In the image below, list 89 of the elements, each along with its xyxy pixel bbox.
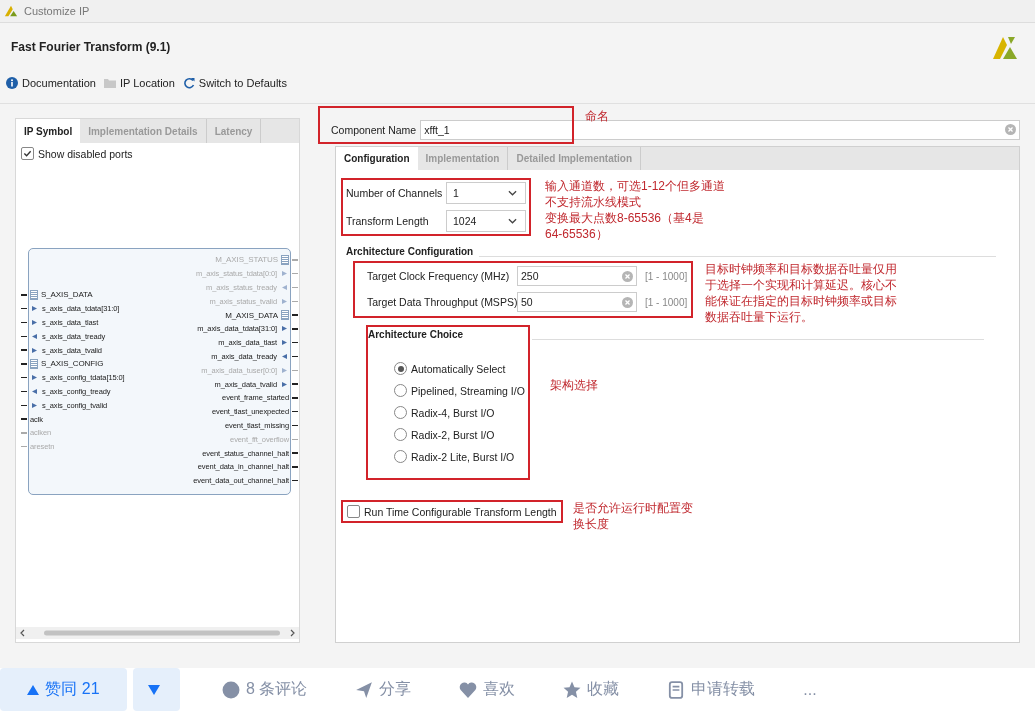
input-field[interactable]: 50 <box>517 292 637 312</box>
port-label: S_AXIS_DATA <box>41 290 93 300</box>
checkbox[interactable] <box>347 505 360 518</box>
section-title: Architecture Configuration <box>346 246 474 257</box>
port-label: M_AXIS_DATA <box>225 310 278 320</box>
annotation-line: 变换最大点数8-65536（基4是 <box>545 210 704 226</box>
input-field[interactable]: 250 <box>517 266 637 286</box>
star-icon <box>563 680 582 699</box>
field-label: Transform Length <box>346 215 430 227</box>
annotation-line: 输入通道数，可选1-12个但多通道 <box>545 178 726 194</box>
chevron-down-icon <box>508 190 517 196</box>
horizontal-scrollbar[interactable] <box>16 627 299 639</box>
checkbox-label: Show disabled ports <box>38 147 133 160</box>
right-arrow-icon <box>32 375 37 381</box>
tab[interactable]: IP Symbol <box>16 119 81 143</box>
tab[interactable]: Latency <box>206 119 262 143</box>
radio-label: Radix-2, Burst I/O <box>411 428 495 441</box>
radio-label: Pipelined, Streaming I/O <box>411 384 525 397</box>
document-icon <box>667 680 686 699</box>
radio-button[interactable] <box>394 450 407 463</box>
right-arrow-icon <box>282 367 287 373</box>
radio-button[interactable] <box>394 428 407 441</box>
checkmark-icon <box>23 149 32 158</box>
annotation-note: 架构选择 <box>550 377 598 393</box>
tab[interactable]: Implementation <box>417 147 509 170</box>
clear-icon[interactable] <box>622 296 633 308</box>
up-triangle-icon <box>27 684 40 695</box>
range-hint: [1 - 1000] <box>645 270 688 282</box>
comment-icon <box>222 680 240 699</box>
heart-icon <box>459 680 478 699</box>
field-label: Number of Channels <box>346 187 442 199</box>
action-button[interactable]: 喜欢 <box>453 678 522 701</box>
left-arrow-icon <box>32 388 37 394</box>
right-arrow-icon <box>282 381 287 387</box>
range-hint: [1 - 1000] <box>645 296 688 308</box>
share-icon <box>355 680 374 699</box>
radio-label: Automatically Select <box>411 362 506 375</box>
checkbox-label: Run Time Configurable Transform Length <box>364 505 557 518</box>
info-icon <box>6 77 18 89</box>
right-arrow-icon <box>32 306 37 312</box>
ip-title: Fast Fourier Transform (9.1) <box>11 40 171 54</box>
radio-button[interactable] <box>394 384 407 397</box>
radio-button[interactable] <box>394 406 407 419</box>
left-arrow-icon <box>32 333 37 339</box>
right-arrow-icon <box>282 298 287 304</box>
refresh-icon <box>182 77 195 89</box>
dropdown[interactable]: 1 <box>446 182 526 204</box>
radio-label: Radix-2 Lite, Burst I/O <box>411 450 515 463</box>
right-arrow-icon <box>282 271 287 277</box>
toolbar-button[interactable]: Documentation <box>6 77 96 89</box>
field-label: Component Name <box>331 123 417 136</box>
action-button[interactable]: 8 条评论 <box>216 678 314 701</box>
toolbar-button[interactable]: Switch to Defaults <box>182 77 287 89</box>
clear-icon[interactable] <box>1005 124 1016 135</box>
annotation-note: 目标时钟频率和目标数据吞吐量仅用于选择一个实现和计算延迟。核心不能保证在指定的目标时钟频率或目标数据吞吐量下运行。 <box>705 261 899 325</box>
right-arrow-icon <box>282 326 287 332</box>
annotation-line: 64-65536） <box>545 226 608 242</box>
left-arrow-icon <box>282 285 287 290</box>
right-arrow-icon <box>32 320 37 325</box>
chevron-down-icon <box>508 218 517 224</box>
action-button[interactable]: 申请转载 <box>661 678 762 701</box>
tab[interactable]: Implementation Details <box>80 119 207 143</box>
action-button[interactable]: 分享 <box>349 678 418 701</box>
port-label: M_AXIS_STATUS <box>215 255 278 265</box>
annotation-line: 不支持流水线模式 <box>545 194 641 210</box>
logo-icon <box>4 4 18 18</box>
action-button[interactable]: ... <box>797 679 823 700</box>
port-label: S_AXIS_CONFIG <box>41 359 104 369</box>
toolbar-button[interactable]: IP Location <box>104 77 175 89</box>
tab[interactable]: Detailed Implementation <box>508 147 642 170</box>
upvote-button[interactable]: 赞同 21 <box>0 668 127 711</box>
checkbox[interactable] <box>21 147 34 160</box>
window-title: Customize IP <box>24 5 90 17</box>
right-arrow-icon <box>32 347 37 353</box>
annotation-note: 是否允许运行时配置变换长度 <box>572 500 694 532</box>
dropdown[interactable]: 1024 <box>446 210 526 232</box>
down-triangle-icon <box>147 684 160 695</box>
action-button[interactable]: 收藏 <box>557 678 626 701</box>
right-arrow-icon <box>282 340 287 346</box>
folder-icon <box>104 77 116 89</box>
downvote-button[interactable] <box>133 668 180 711</box>
radio-button[interactable] <box>394 362 407 375</box>
left-arrow-icon <box>282 353 287 359</box>
clear-icon[interactable] <box>622 270 633 282</box>
radio-label: Radix-4, Burst I/O <box>411 406 495 419</box>
field-label: Target Clock Frequency (MHz) <box>367 270 511 282</box>
section-title: Architecture Choice <box>368 329 465 340</box>
right-arrow-icon <box>32 402 37 408</box>
tab[interactable]: Configuration <box>336 147 418 170</box>
